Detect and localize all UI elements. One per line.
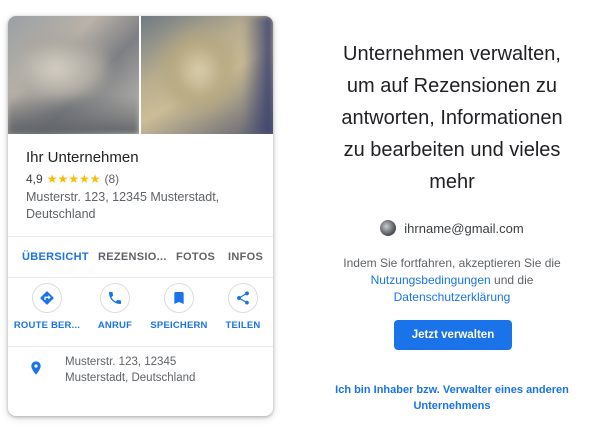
- business-photos[interactable]: [8, 16, 273, 134]
- address-line-1: Musterstr. 123, 12345 Musterstadt,: [26, 190, 220, 204]
- address-row[interactable]: Musterstr. 123, 12345 Musterstadt, Deuts…: [8, 352, 273, 402]
- account-row: ihrname@gmail.com: [312, 220, 592, 236]
- business-info: Ihr Unternehmen 4,9 ★★★★★ (8) Musterstr.…: [26, 148, 261, 223]
- business-photo-2[interactable]: [141, 16, 273, 134]
- action-buttons: ROUTE BER... ANRUF SPEICHERN TEILEN: [8, 278, 273, 347]
- business-tabs: ÜBERSICHT REZENSIO... FOTOS INFOS: [8, 236, 273, 278]
- account-email: ihrname@gmail.com: [404, 220, 524, 236]
- rating-row[interactable]: 4,9 ★★★★★ (8): [26, 170, 261, 188]
- manage-panel: Unternehmen verwalten, um auf Rezensione…: [312, 0, 600, 430]
- directions-icon: [32, 283, 62, 313]
- call-button[interactable]: ANRUF: [80, 283, 150, 331]
- call-label: ANRUF: [97, 320, 133, 331]
- share-button[interactable]: TEILEN: [208, 283, 273, 331]
- phone-icon: [100, 283, 130, 313]
- headline-line-2: um auf Rezensionen zu: [346, 75, 558, 97]
- share-icon: [228, 283, 258, 313]
- review-count: (8): [104, 172, 120, 186]
- save-button[interactable]: SPEICHERN: [144, 283, 214, 331]
- consent-prefix: Indem Sie fortfahren, akzeptieren Sie di…: [343, 256, 561, 270]
- save-label: SPEICHERN: [150, 320, 208, 331]
- address-row-text: Musterstr. 123, 12345 Musterstadt, Deuts…: [65, 354, 195, 386]
- other-business-link-line-2: Unternehmens: [413, 400, 491, 412]
- business-photo-1[interactable]: [8, 16, 139, 134]
- rating-value: 4,9: [26, 172, 43, 186]
- other-business-link[interactable]: Ich bin Inhaber bzw. Verwalter eines and…: [312, 382, 592, 414]
- tab-reviews[interactable]: REZENSIO...: [98, 237, 167, 277]
- terms-link[interactable]: Nutzungsbedingungen: [371, 273, 491, 287]
- business-address: Musterstr. 123, 12345 Musterstadt, Deuts…: [26, 189, 261, 223]
- directions-label: ROUTE BER...: [13, 320, 81, 331]
- bookmark-icon: [164, 283, 194, 313]
- consent-text: Indem Sie fortfahren, akzeptieren Sie di…: [312, 255, 592, 306]
- avatar: [380, 220, 397, 236]
- headline-line-5: mehr: [429, 171, 475, 193]
- headline: Unternehmen verwalten, um auf Rezensione…: [312, 38, 592, 198]
- location-pin-icon: [28, 358, 44, 378]
- headline-line-3: antworten, Informationen: [341, 107, 563, 129]
- business-name: Ihr Unternehmen: [26, 149, 139, 166]
- consent-and: und die: [490, 273, 534, 287]
- tab-info[interactable]: INFOS: [228, 237, 263, 277]
- address-row-line-2: Musterstadt, Deutschland: [65, 372, 196, 384]
- address-line-2: Deutschland: [26, 207, 96, 221]
- share-label: TEILEN: [225, 320, 261, 331]
- tab-photos[interactable]: FOTOS: [176, 237, 215, 277]
- star-rating-icon: ★★★★★: [46, 172, 101, 186]
- privacy-link[interactable]: Datenschutzerklärung: [394, 290, 511, 304]
- tab-overview[interactable]: ÜBERSICHT: [22, 237, 89, 277]
- manage-now-button[interactable]: Jetzt verwalten: [394, 320, 512, 350]
- headline-line-4: zu bearbeiten und vieles: [343, 139, 561, 161]
- headline-line-1: Unternehmen verwalten,: [343, 43, 561, 65]
- address-row-line-1: Musterstr. 123, 12345: [65, 356, 177, 368]
- business-card: Ihr Unternehmen 4,9 ★★★★★ (8) Musterstr.…: [8, 16, 273, 416]
- directions-button[interactable]: ROUTE BER...: [12, 283, 82, 331]
- other-business-link-line-1: Ich bin Inhaber bzw. Verwalter eines and…: [335, 384, 569, 396]
